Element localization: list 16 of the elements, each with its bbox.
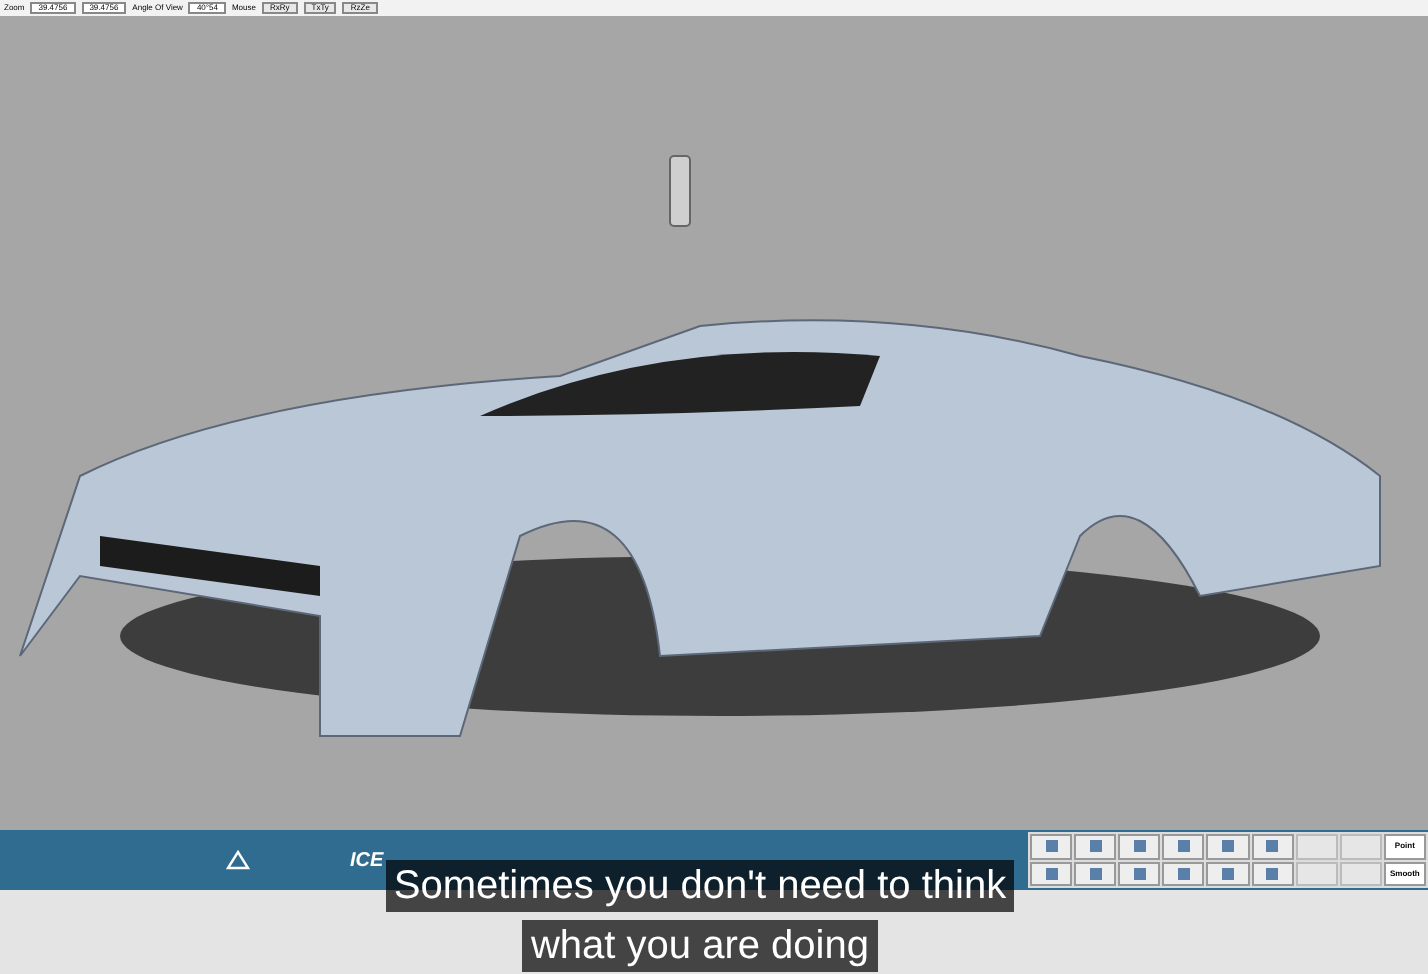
tool-button[interactable] bbox=[1206, 834, 1250, 859]
tool-button[interactable] bbox=[1206, 861, 1250, 886]
tool-button[interactable] bbox=[1162, 834, 1205, 859]
product-logo: ICE bbox=[350, 847, 384, 875]
tool-button[interactable] bbox=[1118, 834, 1161, 859]
tool-button[interactable] bbox=[1030, 834, 1073, 859]
tool-button[interactable] bbox=[1251, 861, 1294, 886]
tool-button[interactable] bbox=[1162, 861, 1205, 886]
tool-button[interactable] bbox=[1030, 861, 1073, 886]
subtitle-text: what you are doing bbox=[522, 920, 877, 972]
tool-button[interactable] bbox=[1118, 861, 1161, 886]
tool-button[interactable] bbox=[1251, 834, 1294, 859]
tool-button[interactable] bbox=[1074, 861, 1117, 886]
tool-button[interactable] bbox=[1074, 834, 1117, 859]
company-logo-icon bbox=[226, 850, 250, 870]
subtitle-text: Sometimes you don't need to think bbox=[385, 860, 1015, 912]
